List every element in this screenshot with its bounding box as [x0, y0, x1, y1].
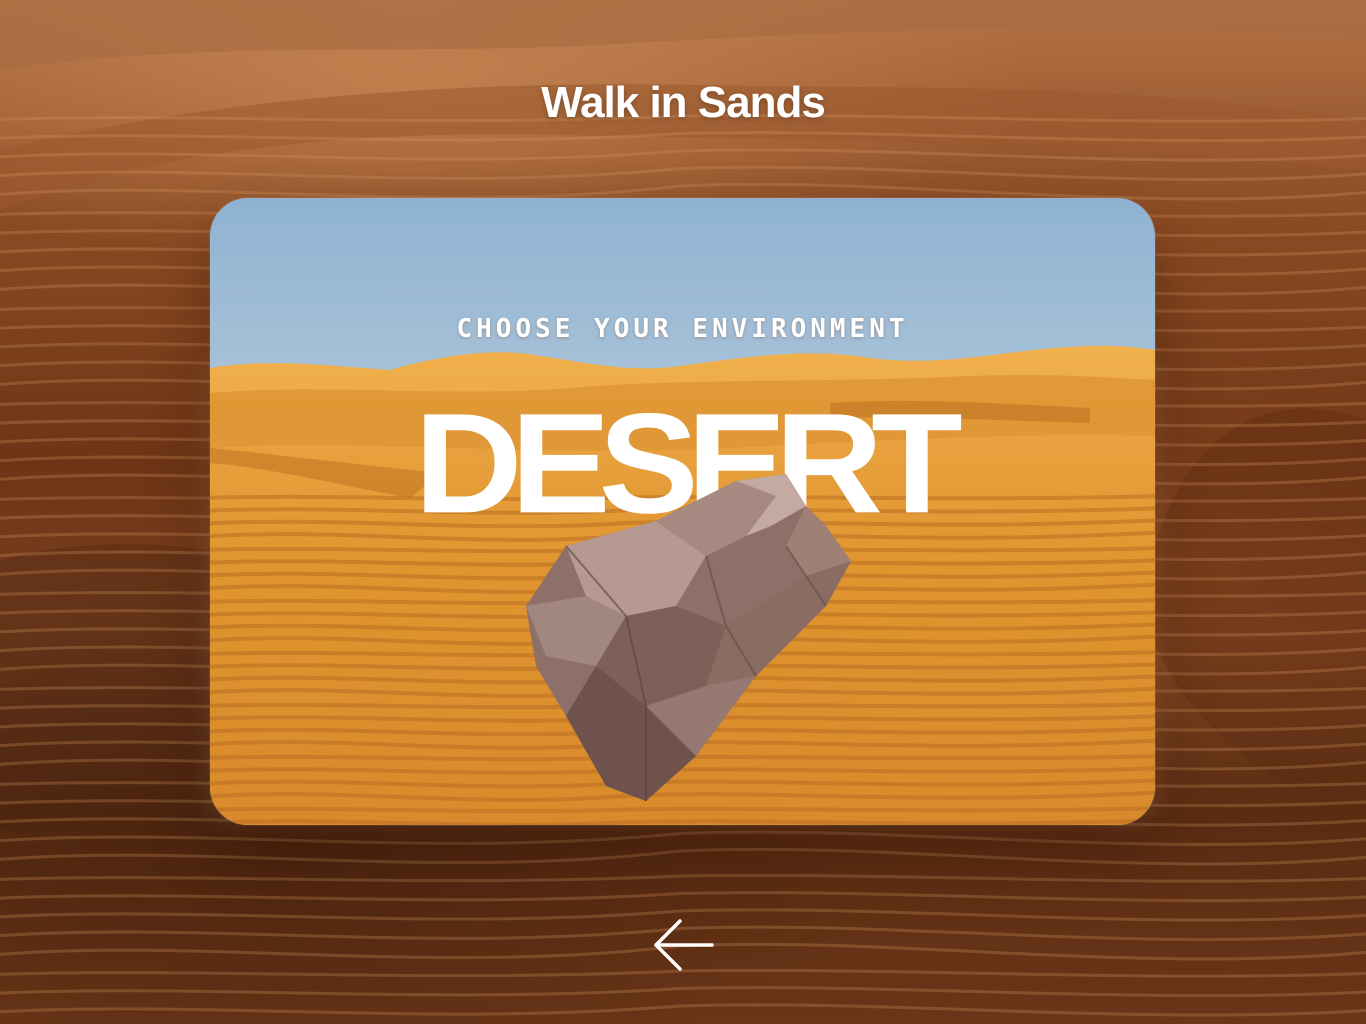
back-button[interactable] — [648, 913, 718, 977]
environment-prompt: CHOOSE YOUR ENVIRONMENT — [456, 314, 909, 344]
environment-card[interactable]: CHOOSE YOUR ENVIRONMENT DESERT — [210, 198, 1155, 825]
arrow-left-icon — [654, 919, 714, 971]
app-title: Walk in Sands — [541, 78, 826, 127]
rock-model[interactable] — [506, 466, 856, 806]
